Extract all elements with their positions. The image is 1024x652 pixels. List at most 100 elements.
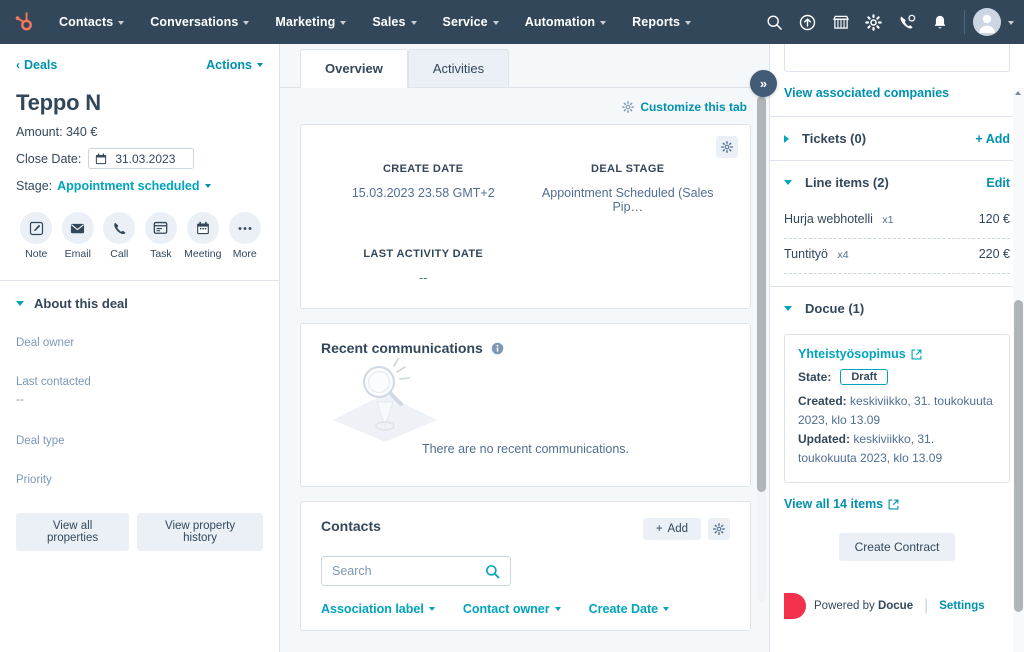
- task-window-icon: [144, 212, 177, 244]
- overview-empty-cell: [526, 248, 731, 285]
- nav-label: Service: [442, 15, 488, 29]
- create-contract-button[interactable]: Create Contract: [838, 533, 956, 561]
- line-items-title: Line items (2): [805, 175, 889, 190]
- nav-item-service[interactable]: Service: [430, 0, 512, 44]
- hubspot-sprocket-logo-icon[interactable]: [0, 10, 46, 34]
- view-all-properties-button[interactable]: View all properties: [16, 513, 130, 551]
- line-item-row[interactable]: Hurja webhotelli x1 120 €: [784, 204, 1010, 239]
- powered-by-text: Powered by Docue: [814, 600, 913, 612]
- docue-settings-link[interactable]: Settings: [939, 600, 984, 612]
- deal-stage-value: Appointment Scheduled (Sales Pip…: [541, 186, 714, 214]
- magnifier-empty-state-icon: [321, 358, 730, 444]
- action-call[interactable]: Call: [101, 212, 138, 260]
- contacts-card-gear-icon[interactable]: [708, 518, 730, 540]
- action-label: Email: [64, 248, 91, 260]
- info-circle-icon[interactable]: [491, 342, 504, 355]
- action-note[interactable]: Note: [18, 212, 55, 260]
- chevron-down-icon: [16, 301, 24, 306]
- user-avatar[interactable]: [973, 8, 1001, 36]
- page-body: ‹ Deals Actions Teppo N Amount: 340 € Cl…: [0, 44, 1024, 652]
- recent-communications-title: Recent communications: [321, 340, 483, 356]
- action-email[interactable]: Email: [60, 212, 97, 260]
- docue-state-row: State: Draft: [798, 369, 996, 385]
- line-item-row[interactable]: Tuntityö x4 220 €: [784, 239, 1010, 274]
- stage-value-dropdown[interactable]: Appointment scheduled: [57, 179, 199, 193]
- search-icon[interactable]: [758, 0, 791, 44]
- property-label-deal-type: Deal type: [16, 435, 65, 447]
- nav-label: Conversations: [150, 15, 239, 29]
- center-scrollbar-thumb[interactable]: [757, 96, 766, 492]
- nav-item-sales[interactable]: Sales: [359, 0, 429, 44]
- docue-document-link[interactable]: Yhteistyösopimus: [798, 347, 996, 361]
- docue-section-header[interactable]: Docue (1): [770, 287, 1024, 330]
- view-property-history-button[interactable]: View property history: [137, 513, 263, 551]
- tab-activities[interactable]: Activities: [407, 49, 510, 88]
- nav-item-marketing[interactable]: Marketing: [262, 0, 359, 44]
- line-items-section-header[interactable]: Line items (2) Edit: [770, 161, 1024, 204]
- nav-item-conversations[interactable]: Conversations: [137, 0, 262, 44]
- nav-item-automation[interactable]: Automation: [512, 0, 619, 44]
- top-nav-utility-icons: [758, 0, 1024, 44]
- calling-icon[interactable]: [890, 0, 923, 44]
- tickets-title: Tickets (0): [802, 131, 867, 146]
- line-items-edit-button[interactable]: Edit: [986, 176, 1010, 190]
- nav-item-reports[interactable]: Reports: [619, 0, 704, 44]
- chevron-down-icon[interactable]: [204, 184, 211, 188]
- back-to-deals-link[interactable]: ‹ Deals: [16, 58, 57, 72]
- contacts-title: Contacts: [321, 518, 381, 534]
- add-contact-button[interactable]: + Add: [642, 518, 701, 540]
- chevron-down-icon[interactable]: [1008, 21, 1014, 25]
- overview-card-gear-icon[interactable]: [716, 136, 738, 158]
- line-item-price: 120 €: [978, 212, 1010, 226]
- close-date-input[interactable]: 31.03.2023: [88, 148, 195, 169]
- close-date-label: Close Date:: [16, 151, 82, 166]
- overview-card: CREATE DATE 15.03.2023 23.58 GMT+2 DEAL …: [300, 124, 751, 309]
- view-associated-companies-link[interactable]: View associated companies: [770, 72, 1024, 116]
- column-header-association-label[interactable]: Association label: [321, 602, 435, 616]
- gear-icon[interactable]: [857, 0, 890, 44]
- actions-dropdown[interactable]: Actions: [206, 58, 263, 72]
- line-item-name-wrap: Tuntityö x4: [784, 245, 849, 263]
- contacts-search-input[interactable]: [332, 564, 472, 578]
- expand-sidebar-button[interactable]: »: [750, 70, 777, 97]
- property-label-last-contacted: Last contacted: [16, 376, 91, 388]
- chevron-right-icon: [784, 134, 789, 143]
- contacts-search-box[interactable]: [321, 556, 511, 586]
- search-icon[interactable]: [485, 564, 500, 579]
- center-column-scrollbar[interactable]: [757, 85, 766, 602]
- chevron-down-icon: [410, 21, 417, 25]
- docue-view-all-items-link[interactable]: View all 14 items: [770, 483, 1024, 511]
- action-task[interactable]: Task: [143, 212, 180, 260]
- docue-title: Docue (1): [805, 301, 865, 316]
- action-meeting[interactable]: Meeting: [184, 212, 221, 260]
- marketplace-icon[interactable]: [824, 0, 857, 44]
- docue-updated-label: Updated:: [798, 432, 850, 446]
- customize-this-tab-link[interactable]: Customize this tab: [640, 100, 747, 114]
- line-item-price: 220 €: [978, 247, 1010, 261]
- column-header-create-date[interactable]: Create Date: [589, 602, 670, 616]
- tickets-section-header[interactable]: Tickets (0) + Add: [770, 117, 1024, 160]
- column-header-contact-owner[interactable]: Contact owner: [463, 602, 561, 616]
- chevron-down-icon: [685, 21, 692, 25]
- docue-header-left: Docue (1): [784, 301, 864, 316]
- action-more[interactable]: More: [226, 212, 263, 260]
- nav-label: Marketing: [275, 15, 336, 29]
- add-label: Add: [667, 523, 688, 535]
- left-sidebar-header: ‹ Deals Actions: [16, 58, 263, 72]
- line-item-quantity: x4: [837, 249, 849, 261]
- page-scrollbar-thumb[interactable]: [1014, 300, 1023, 612]
- create-date-label: CREATE DATE: [383, 163, 464, 175]
- chevron-down-icon: [600, 21, 607, 25]
- contacts-card: Contacts + Add Search Association label …: [300, 501, 751, 631]
- nav-item-contacts[interactable]: Contacts: [46, 0, 137, 44]
- page-scrollbar[interactable]: [1013, 88, 1024, 652]
- scroll-up-arrow-icon[interactable]: [1015, 91, 1021, 95]
- recent-communications-card: Recent communications There are no recen…: [300, 323, 751, 487]
- line-items-list: Hurja webhotelli x1 120 € Tuntityö x4 22…: [770, 204, 1024, 274]
- tickets-add-button[interactable]: + Add: [975, 132, 1010, 146]
- upgrade-arrow-icon[interactable]: [791, 0, 824, 44]
- notifications-bell-icon[interactable]: [923, 0, 956, 44]
- about-this-deal-header[interactable]: About this deal: [0, 281, 279, 311]
- tab-overview[interactable]: Overview: [300, 49, 408, 88]
- back-label: Deals: [24, 58, 58, 72]
